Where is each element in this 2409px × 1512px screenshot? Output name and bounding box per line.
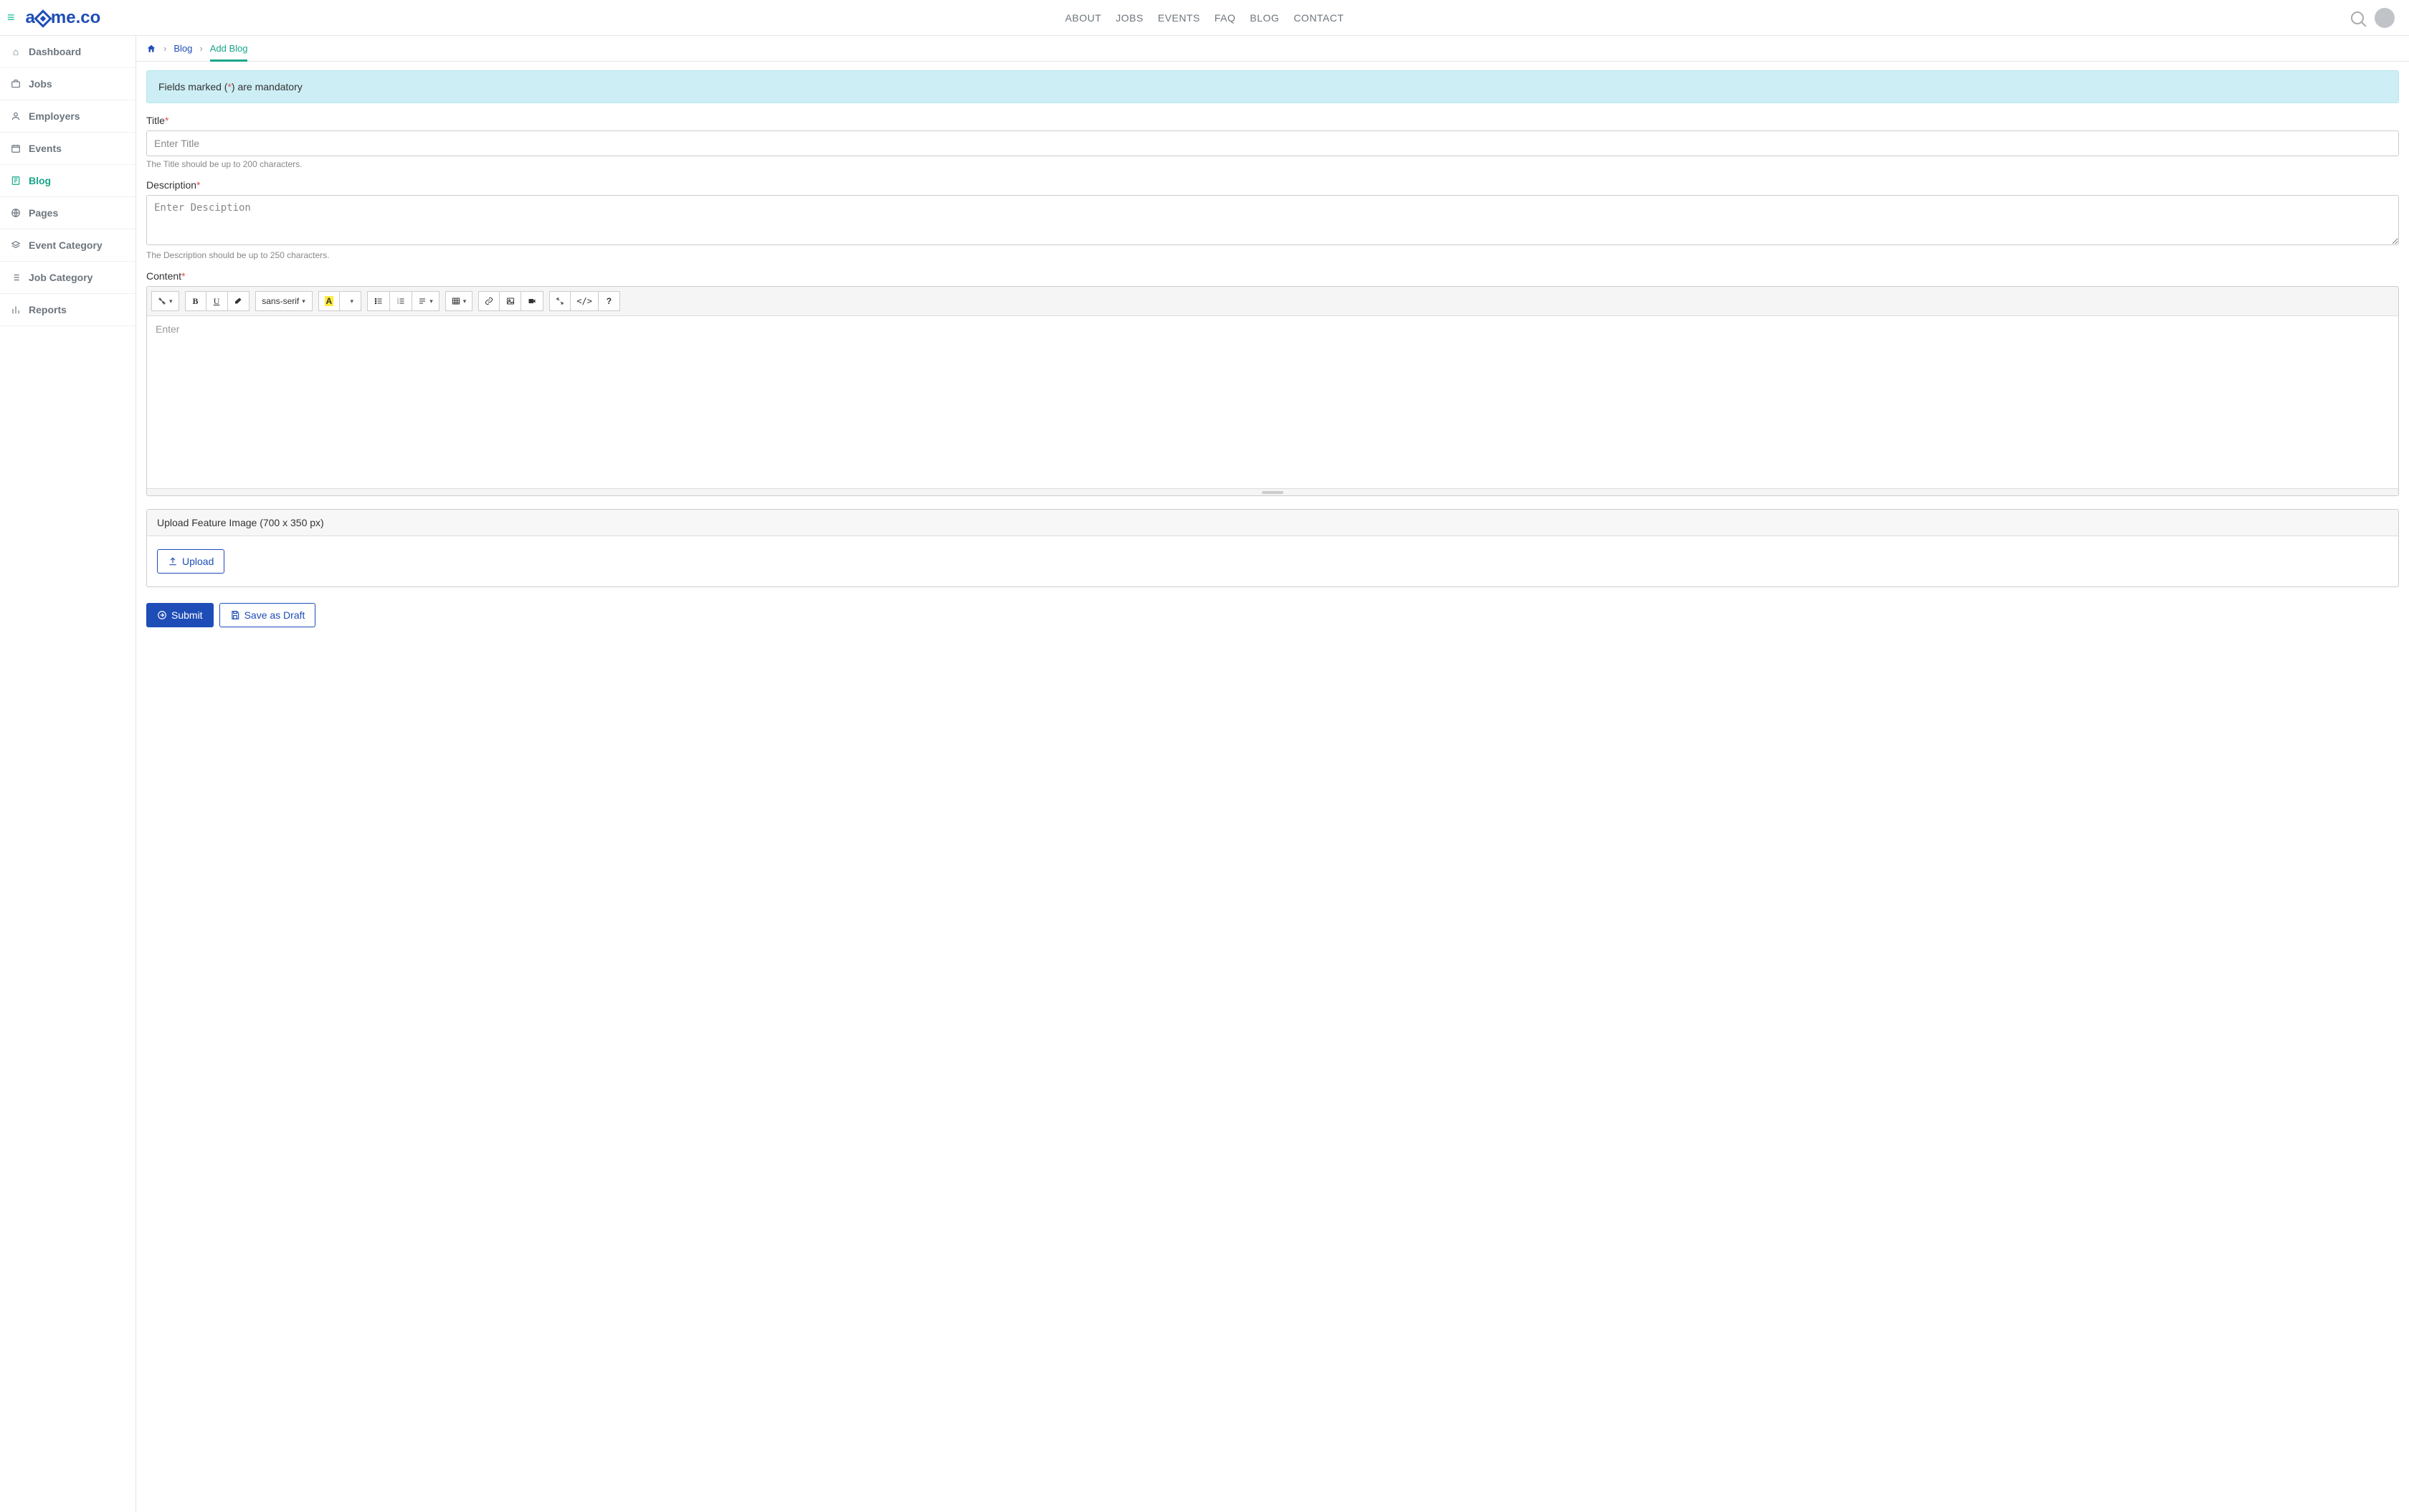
- briefcase-icon: [10, 78, 22, 90]
- video-button[interactable]: [521, 291, 543, 311]
- sidebar-item-pages[interactable]: Pages: [0, 197, 136, 229]
- avatar[interactable]: [2375, 8, 2395, 28]
- description-label: Description*: [146, 179, 2399, 191]
- style-dropdown[interactable]: [151, 291, 179, 311]
- underline-button[interactable]: U: [206, 291, 228, 311]
- globe-icon: [10, 207, 22, 219]
- fullscreen-button[interactable]: [549, 291, 571, 311]
- nav-jobs[interactable]: JOBS: [1116, 12, 1144, 24]
- submit-button-label: Submit: [171, 609, 203, 621]
- title-input[interactable]: [146, 130, 2399, 156]
- main: › Blog › Add Blog Fields marked (*) are …: [136, 36, 2409, 1512]
- home-icon: ⌂: [10, 46, 22, 57]
- user-icon: [10, 110, 22, 122]
- content-label: Content*: [146, 270, 2399, 282]
- upload-icon: [168, 556, 178, 566]
- sidebar-item-label: Job Category: [29, 272, 92, 283]
- alert-text-post: ) are mandatory: [232, 81, 303, 92]
- content-input[interactable]: Enter: [147, 316, 2398, 488]
- nav-about[interactable]: ABOUT: [1065, 12, 1102, 24]
- font-family-dropdown[interactable]: sans-serif: [255, 291, 313, 311]
- sidebar-item-label: Events: [29, 143, 62, 154]
- logo[interactable]: a me.co: [26, 8, 101, 28]
- alert-text-pre: Fields marked (: [158, 81, 227, 92]
- chevron-right-icon: ›: [163, 43, 166, 54]
- ordered-list-button[interactable]: 123: [390, 291, 412, 311]
- help-button[interactable]: ?: [599, 291, 620, 311]
- layers-icon: [10, 239, 22, 251]
- sidebar-item-jobs[interactable]: Jobs: [0, 68, 136, 100]
- nav-faq[interactable]: FAQ: [1215, 12, 1236, 24]
- upload-button[interactable]: Upload: [157, 549, 224, 574]
- breadcrumb-current: Add Blog: [210, 43, 248, 54]
- logo-diamond-icon: [34, 9, 52, 27]
- bold-button[interactable]: B: [185, 291, 206, 311]
- mandatory-alert: Fields marked (*) are mandatory: [146, 70, 2399, 103]
- upload-button-label: Upload: [182, 556, 214, 567]
- sidebar-item-label: Pages: [29, 207, 58, 219]
- sidebar-item-reports[interactable]: Reports: [0, 294, 136, 326]
- unordered-list-button[interactable]: [367, 291, 390, 311]
- title-label: Title*: [146, 115, 2399, 126]
- image-button[interactable]: [500, 291, 521, 311]
- search-icon[interactable]: [2351, 11, 2364, 24]
- submit-button[interactable]: Submit: [146, 603, 214, 627]
- sidebar-item-employers[interactable]: Employers: [0, 100, 136, 133]
- breadcrumb-blog[interactable]: Blog: [174, 43, 192, 54]
- sidebar-item-events[interactable]: Events: [0, 133, 136, 165]
- sidebar-item-job-category[interactable]: Job Category: [0, 262, 136, 294]
- sidebar-item-label: Jobs: [29, 78, 52, 90]
- upload-panel: Upload Feature Image (700 x 350 px) Uplo…: [146, 509, 2399, 587]
- description-input[interactable]: [146, 195, 2399, 245]
- sidebar-item-label: Event Category: [29, 239, 103, 251]
- save-icon: [230, 610, 240, 620]
- title-help: The Title should be up to 200 characters…: [146, 159, 2399, 169]
- arrow-circle-icon: [157, 610, 167, 620]
- description-help: The Description should be up to 250 char…: [146, 250, 2399, 260]
- editor-resize-handle[interactable]: [147, 488, 2398, 495]
- text-color-dropdown[interactable]: [340, 291, 361, 311]
- nav-contact[interactable]: CONTACT: [1293, 12, 1344, 24]
- top-nav: ABOUT JOBS EVENTS FAQ BLOG CONTACT: [1065, 12, 1344, 24]
- nav-events[interactable]: EVENTS: [1158, 12, 1200, 24]
- text-color-button[interactable]: A: [318, 291, 341, 311]
- sidebar-item-label: Employers: [29, 110, 80, 122]
- save-draft-button-label: Save as Draft: [244, 609, 305, 621]
- save-draft-button[interactable]: Save as Draft: [219, 603, 316, 627]
- sidebar-item-label: Dashboard: [29, 46, 81, 57]
- sidebar: ⌂ Dashboard Jobs Employers Events Blog: [0, 36, 136, 1512]
- topbar: ≡ a me.co ABOUT JOBS EVENTS FAQ BLOG CON…: [0, 0, 2409, 36]
- sidebar-item-blog[interactable]: Blog: [0, 165, 136, 197]
- topbar-right: [2351, 8, 2395, 28]
- sidebar-item-label: Blog: [29, 175, 51, 186]
- sidebar-item-event-category[interactable]: Event Category: [0, 229, 136, 262]
- logo-text-suffix: me.co: [51, 8, 100, 28]
- calendar-icon: [10, 143, 22, 154]
- editor-toolbar: B U sans-serif A: [147, 287, 2398, 316]
- sidebar-item-label: Reports: [29, 304, 67, 315]
- hamburger-icon[interactable]: ≡: [7, 10, 15, 25]
- paragraph-dropdown[interactable]: [412, 291, 439, 311]
- form-actions: Submit Save as Draft: [146, 603, 2399, 627]
- breadcrumb: › Blog › Add Blog: [136, 36, 2409, 62]
- blog-icon: [10, 175, 22, 186]
- rich-text-editor: B U sans-serif A: [146, 286, 2399, 496]
- table-dropdown[interactable]: [445, 291, 473, 311]
- sidebar-item-dashboard[interactable]: ⌂ Dashboard: [0, 36, 136, 68]
- chevron-right-icon: ›: [199, 43, 202, 54]
- code-view-button[interactable]: </>: [571, 291, 599, 311]
- svg-text:3: 3: [397, 302, 399, 305]
- link-button[interactable]: [478, 291, 500, 311]
- list-icon: [10, 272, 22, 283]
- chart-icon: [10, 304, 22, 315]
- upload-panel-heading: Upload Feature Image (700 x 350 px): [147, 510, 2398, 536]
- eraser-button[interactable]: [228, 291, 250, 311]
- nav-blog[interactable]: BLOG: [1250, 12, 1279, 24]
- breadcrumb-home-icon[interactable]: [146, 44, 156, 54]
